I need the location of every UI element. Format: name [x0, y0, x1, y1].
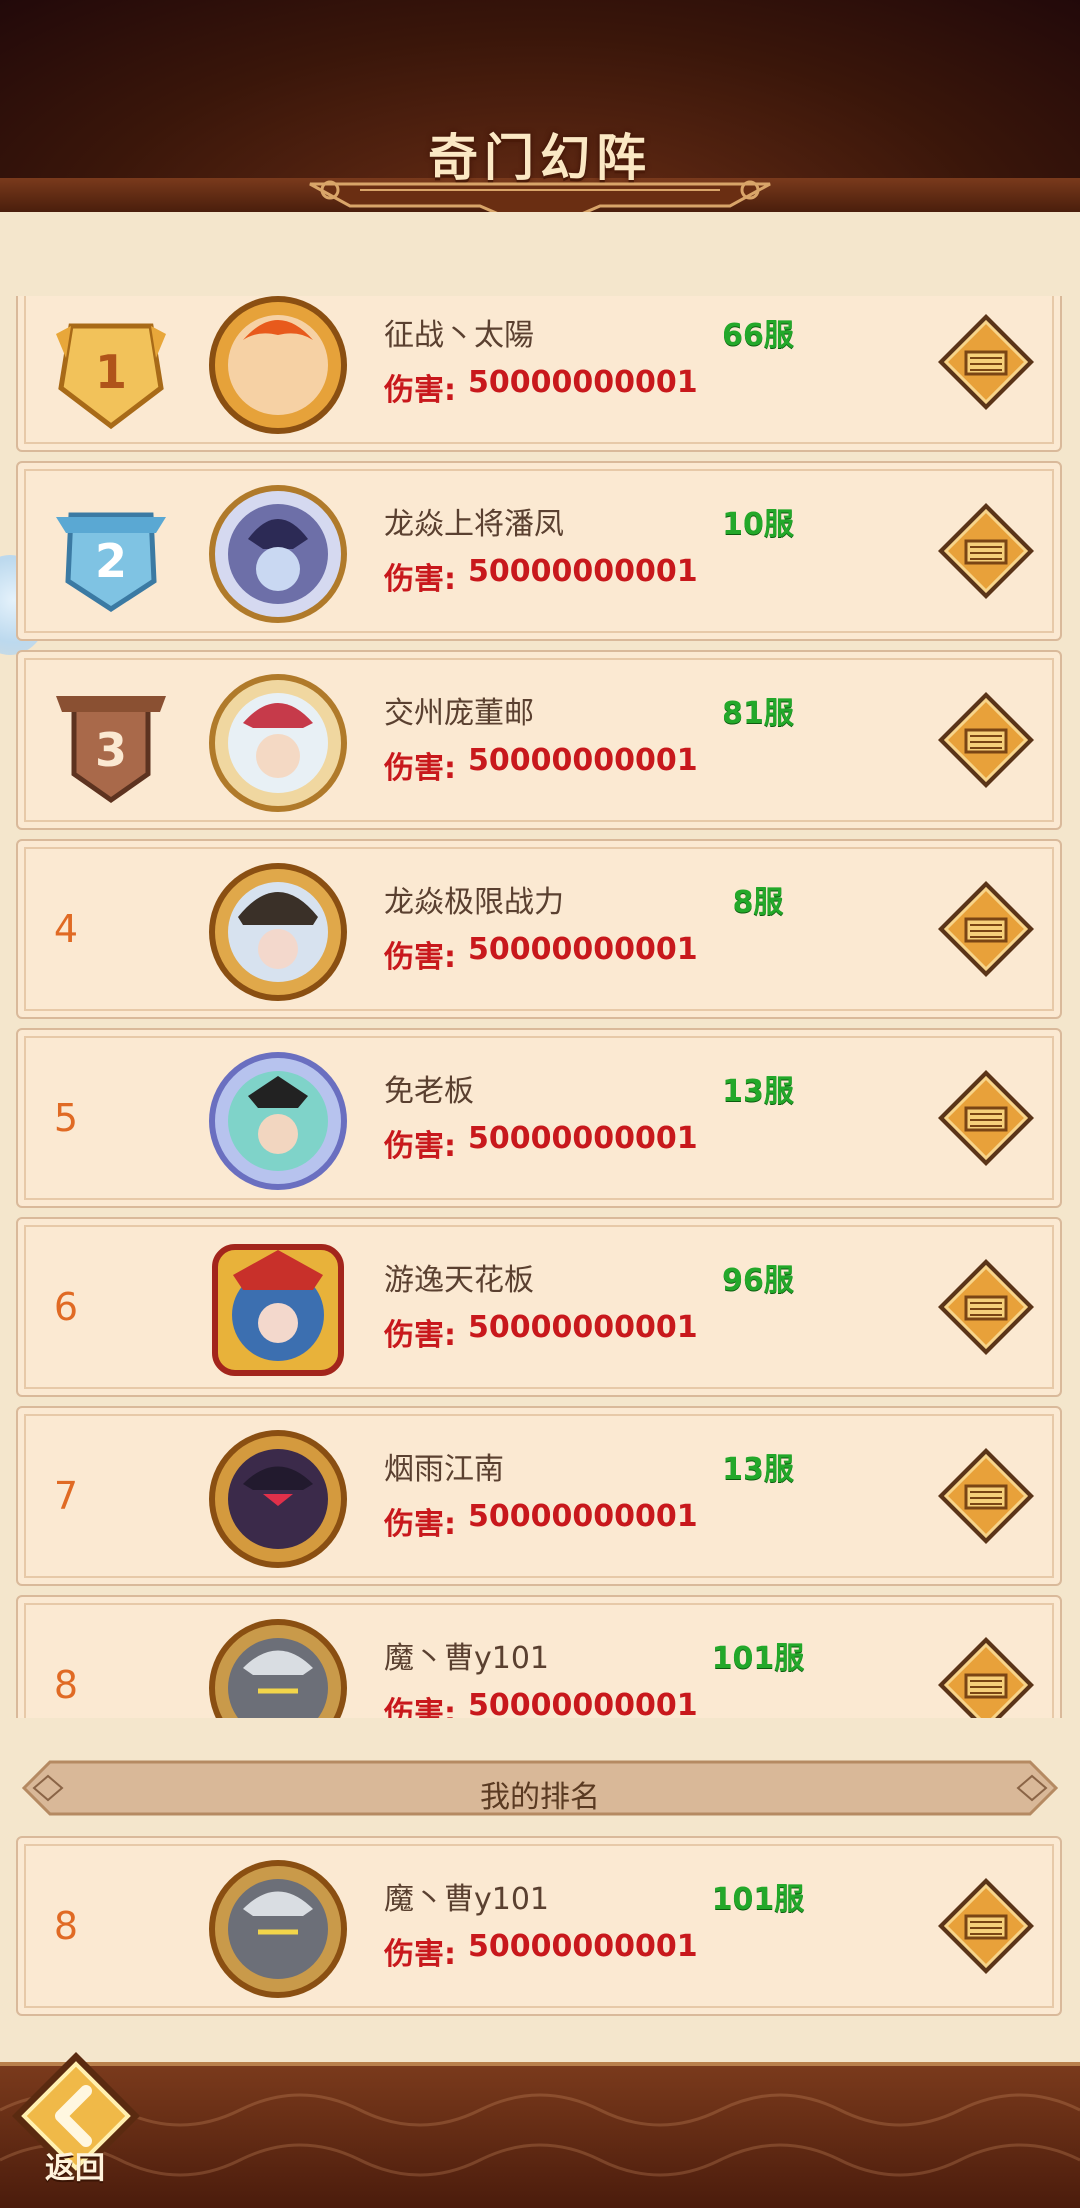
player-name: 魔丶曹y101 — [384, 1882, 550, 1917]
medal-rank-text: 3 — [95, 723, 127, 777]
player-name: 征战丶太陽 — [384, 318, 534, 353]
rank-number: 7 — [53, 1474, 79, 1518]
damage-label: 伤害: — [384, 1696, 456, 1718]
lineup-book-button[interactable] — [936, 879, 1036, 979]
avatar[interactable] — [203, 1854, 353, 2004]
server-label: 13服 — [722, 1452, 794, 1487]
avatar[interactable] — [203, 1235, 353, 1385]
my-rank-row: 8 魔丶曹y101 101服 伤害: 50000000001 — [16, 1836, 1062, 2016]
damage-value: 50000000001 — [468, 554, 698, 589]
avatar[interactable] — [203, 1613, 353, 1718]
medal-rank-text: 2 — [95, 534, 127, 588]
player-name: 游逸天花板 — [384, 1263, 534, 1298]
leaderboard-row: 1 征战丶太陽 66服 伤害: 50000000001 — [16, 296, 1062, 452]
server-label: 101服 — [711, 1641, 805, 1676]
lineup-book-button[interactable] — [936, 1068, 1036, 1168]
damage-label: 伤害: — [384, 751, 456, 786]
lineup-book-button[interactable] — [936, 690, 1036, 790]
damage-label: 伤害: — [384, 1937, 456, 1972]
player-name: 烟雨江南 — [384, 1452, 504, 1487]
server-label: 66服 — [722, 318, 794, 353]
leaderboard-row: 8 魔丶曹y101 101服 伤害: 50000000001 — [16, 1595, 1062, 1718]
avatar[interactable] — [203, 1424, 353, 1574]
rank-number: 8 — [53, 1663, 79, 1707]
server-label: 8服 — [732, 885, 784, 920]
damage-label: 伤害: — [384, 562, 456, 597]
damage-value: 50000000001 — [468, 932, 698, 967]
my-rank-title: 我的排名 — [480, 1780, 600, 1815]
gold-medal-icon: 1 — [56, 323, 166, 430]
back-label: 返回 — [45, 2151, 105, 2186]
damage-label: 伤害: — [384, 1507, 456, 1542]
avatar[interactable] — [203, 857, 353, 1007]
damage-value: 50000000001 — [468, 365, 698, 400]
leaderboard-row: 3 交州庞董邮 81服 伤害: 50000000001 — [16, 650, 1062, 830]
lineup-book-button[interactable] — [936, 501, 1036, 601]
leaderboard-row: 6 游逸天花板 96服 伤害: 50000000001 — [16, 1217, 1062, 1397]
damage-value: 50000000001 — [468, 743, 698, 778]
footer-pattern — [0, 2093, 1080, 2177]
damage-label: 伤害: — [384, 1129, 456, 1164]
medal-rank-text: 1 — [95, 345, 127, 399]
lineup-book-button[interactable] — [936, 312, 1036, 412]
player-name: 魔丶曹y101 — [384, 1641, 550, 1676]
leaderboard-row: 4 龙焱极限战力 8服 伤害: 50000000001 — [16, 839, 1062, 1019]
rank-number: 8 — [53, 1904, 79, 1948]
damage-value: 50000000001 — [468, 1310, 698, 1345]
server-label: 81服 — [722, 696, 794, 731]
server-label: 13服 — [722, 1074, 794, 1109]
rank-number: 5 — [53, 1096, 79, 1140]
avatar[interactable] — [203, 479, 353, 629]
rank-number: 6 — [53, 1285, 79, 1329]
server-label: 101服 — [711, 1882, 805, 1917]
leaderboard-row: 2 龙焱上将潘凤 10服 伤害: 50000000001 — [16, 461, 1062, 641]
player-name: 龙焱上将潘凤 — [384, 507, 564, 542]
avatar[interactable] — [203, 1046, 353, 1196]
damage-value: 50000000001 — [468, 1929, 698, 1964]
player-name: 龙焱极限战力 — [384, 885, 564, 920]
leaderboard-list[interactable]: 1 征战丶太陽 66服 伤害: 50000000001 2 龙焱上将潘凤 10服… — [0, 296, 1080, 1718]
rank-number: 4 — [53, 907, 79, 951]
lineup-book-button[interactable] — [936, 1635, 1036, 1718]
damage-value: 50000000001 — [468, 1121, 698, 1156]
lineup-book-button[interactable] — [936, 1876, 1036, 1976]
player-name: 交州庞董邮 — [384, 696, 534, 731]
lineup-book-button[interactable] — [936, 1446, 1036, 1546]
leaderboard-row: 7 烟雨江南 13服 伤害: 50000000001 — [16, 1406, 1062, 1586]
silver-medal-icon: 2 — [56, 512, 166, 612]
lineup-book-button[interactable] — [936, 1257, 1036, 1357]
avatar[interactable] — [203, 296, 353, 440]
player-name: 免老板 — [384, 1074, 474, 1109]
leaderboard-row: 5 免老板 13服 伤害: 50000000001 — [16, 1028, 1062, 1208]
damage-value: 50000000001 — [468, 1688, 698, 1718]
server-label: 96服 — [722, 1263, 794, 1298]
damage-label: 伤害: — [384, 373, 456, 408]
damage-value: 50000000001 — [468, 1499, 698, 1534]
bronze-medal-icon: 3 — [56, 696, 166, 804]
server-label: 10服 — [722, 507, 794, 542]
damage-label: 伤害: — [384, 1318, 456, 1353]
avatar[interactable] — [203, 668, 353, 818]
damage-label: 伤害: — [384, 940, 456, 975]
